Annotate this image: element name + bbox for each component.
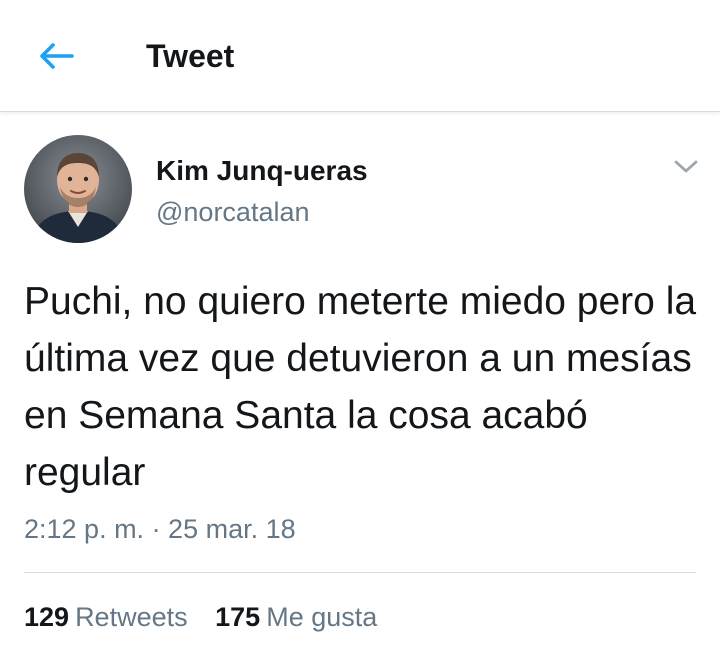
divider: [24, 572, 696, 573]
arrow-left-icon: [40, 43, 74, 69]
retweets-count: 129: [24, 602, 70, 632]
author-name[interactable]: Kim Junq-ueras: [156, 154, 368, 188]
tweet-timestamp: 2:12 p. m. · 25 mar. 18: [24, 514, 296, 544]
author-handle[interactable]: @norcatalan: [156, 195, 310, 229]
retweets-stat[interactable]: 129 Retweets: [24, 600, 188, 634]
avatar[interactable]: [24, 135, 132, 243]
profile-photo: [24, 135, 132, 243]
likes-label: Me gusta: [266, 602, 378, 632]
likes-stat[interactable]: 175 Me gusta: [215, 600, 377, 634]
engagement-stats: 129 Retweets 175 Me gusta: [24, 600, 377, 634]
retweets-label: Retweets: [75, 602, 188, 632]
top-app-bar: Tweet: [0, 0, 720, 112]
tweet-text: Puchi, no quiero meterte miedo pero la ú…: [24, 280, 697, 494]
chevron-down-icon: [674, 160, 698, 173]
likes-count: 175: [215, 602, 261, 632]
back-button[interactable]: [34, 36, 78, 76]
page-title: Tweet: [146, 38, 235, 74]
tweet-menu-button[interactable]: [672, 156, 700, 178]
